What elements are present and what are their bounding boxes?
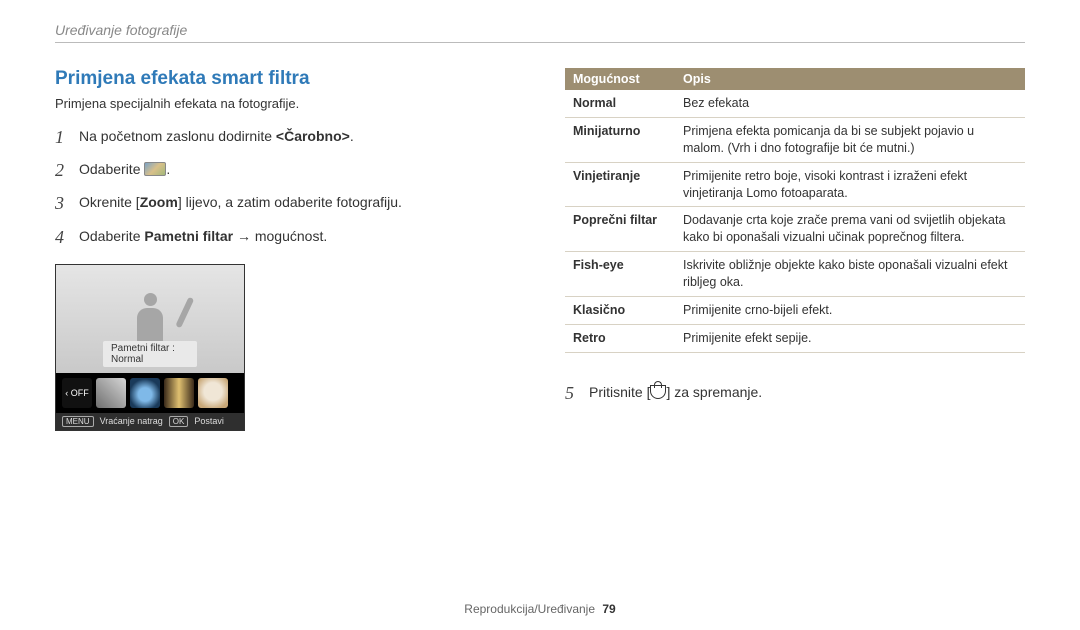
menu-button[interactable]: MENU [62,416,94,427]
table-header-desc: Opis [675,68,1025,90]
footer-section: Reprodukcija/Uređivanje [464,602,595,616]
page-breadcrumb: Uređivanje fotografije [55,22,1025,38]
option-name: Retro [565,324,675,352]
step-text: ] lijevo, a zatim odaberite fotografiju. [178,194,402,210]
step-1: 1 Na početnom zaslonu dodirnite <Čarobno… [55,125,525,150]
table-row: Fish-eyeIskrivite obližnje objekte kako … [565,252,1025,297]
step-text: Odaberite [79,228,144,244]
option-desc: Primjena efekta pomicanja da bi se subje… [675,117,1025,162]
filter-thumb[interactable] [164,378,194,408]
section-title: Primjena efekata smart filtra [55,68,525,90]
step-text: Okrenite [ [79,194,140,210]
option-name: Klasično [565,296,675,324]
step-number: 5 [565,381,589,406]
divider [55,42,1025,43]
step-4: 4 Odaberite Pametni filtar → mogućnost. [55,225,525,250]
table-row: NormalBez efekata [565,90,1025,117]
page-number: 79 [602,602,615,616]
section-subtitle: Primjena specijalnih efekata na fotograf… [55,96,525,111]
option-name: Poprečni filtar [565,207,675,252]
step-5: 5 Pritisnite [ ] za spremanje. [565,381,1025,406]
step-text: → mogućnost. [233,228,327,244]
step-text: . [166,161,170,177]
step-text: Odaberite [79,161,144,177]
options-table: Mogućnost Opis NormalBez efekata Minijat… [565,68,1025,353]
step-text: ] za spremanje. [666,384,762,400]
option-name: Minijaturno [565,117,675,162]
filter-thumbnails: ‹ OFF [56,373,244,413]
option-name: Vinjetiranje [565,162,675,207]
table-row: VinjetiranjePrimijenite retro boje, viso… [565,162,1025,207]
filter-off-button[interactable]: ‹ OFF [62,378,92,408]
step-bold: Zoom [140,194,178,210]
ok-button[interactable]: OK [169,416,189,427]
option-desc: Dodavanje crta koje zrače prema vani od … [675,207,1025,252]
step-text: Na početnom zaslonu dodirnite [79,128,276,144]
step-bold: <Čarobno> [276,128,350,144]
preview-bottom-bar: MENU Vraćanje natrag OK Postavi [56,413,244,430]
step-bold: Pametni filtar [144,228,233,244]
step-2: 2 Odaberite . [55,158,525,183]
ok-label: Postavi [194,416,224,426]
table-row: KlasičnoPrimijenite crno-bijeli efekt. [565,296,1025,324]
option-desc: Primijenite crno-bijeli efekt. [675,296,1025,324]
option-desc: Bez efekata [675,90,1025,117]
step-text: . [350,128,354,144]
table-header-option: Mogućnost [565,68,675,90]
filter-thumb[interactable] [130,378,160,408]
step-text: Pritisnite [ [589,384,650,400]
option-name: Fish-eye [565,252,675,297]
option-name: Normal [565,90,675,117]
filter-label: Pametni filtar : Normal [103,341,197,367]
table-row: RetroPrimijenite efekt sepije. [565,324,1025,352]
option-desc: Iskrivite obližnje objekte kako biste op… [675,252,1025,297]
camera-preview: Pametni filtar : Normal ‹ OFF MENU Vraća… [55,264,245,431]
option-desc: Primijenite efekt sepije. [675,324,1025,352]
page-footer: Reprodukcija/Uređivanje 79 [0,602,1080,616]
step-3: 3 Okrenite [Zoom] lijevo, a zatim odaber… [55,191,525,216]
flower-macro-icon [650,385,666,399]
filter-thumb[interactable] [198,378,228,408]
option-desc: Primijenite retro boje, visoki kontrast … [675,162,1025,207]
step-number: 3 [55,191,79,216]
preview-image: Pametni filtar : Normal [56,265,244,373]
menu-label: Vraćanje natrag [100,416,163,426]
table-row: MinijaturnoPrimjena efekta pomicanja da … [565,117,1025,162]
filter-thumb[interactable] [96,378,126,408]
step-number: 2 [55,158,79,183]
table-row: Poprečni filtarDodavanje crta koje zrače… [565,207,1025,252]
step-number: 1 [55,125,79,150]
step-number: 4 [55,225,79,250]
edit-photo-icon [144,162,166,176]
